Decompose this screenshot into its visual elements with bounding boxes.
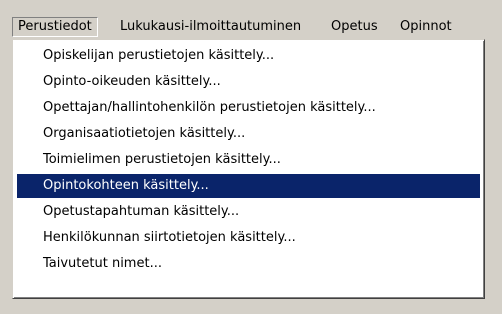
menu-item-taivutetut-nimet[interactable]: Taivutetut nimet... [17, 252, 480, 276]
background-area [12, 299, 502, 314]
menu-item-opettajan-perustiedot[interactable]: Opettajan/hallintohenkilön perustietojen… [17, 96, 480, 120]
menu-item-organisaatiotiedot[interactable]: Organisaatiotietojen käsittely... [17, 122, 480, 146]
menu-lukukausi-ilmoittautuminen[interactable]: Lukukausi-ilmoittautuminen [114, 17, 307, 37]
menu-bar: Perustiedot Lukukausi-ilmoittautuminen O… [0, 0, 502, 38]
menu-opinnot[interactable]: Opinnot [394, 17, 458, 37]
menu-item-toimielimen-perustiedot[interactable]: Toimielimen perustietojen käsittely... [17, 148, 480, 172]
menu-item-opiskelijan-perustiedot[interactable]: Opiskelijan perustietojen käsittely... [17, 44, 480, 68]
menu-opetus[interactable]: Opetus [325, 17, 384, 37]
menu-item-henkilokunnan-siirtotiedot[interactable]: Henkilökunnan siirtotietojen käsittely..… [17, 226, 480, 250]
menu-item-opinto-oikeus[interactable]: Opinto-oikeuden käsittely... [17, 70, 480, 94]
menu-perustiedot[interactable]: Perustiedot [12, 17, 98, 37]
menu-item-opetustapahtuma[interactable]: Opetustapahtuman käsittely... [17, 200, 480, 224]
perustiedot-dropdown-menu: Opiskelijan perustietojen käsittely... O… [12, 39, 485, 299]
menu-item-opintokohde[interactable]: Opintokohteen käsittely... [17, 174, 480, 198]
